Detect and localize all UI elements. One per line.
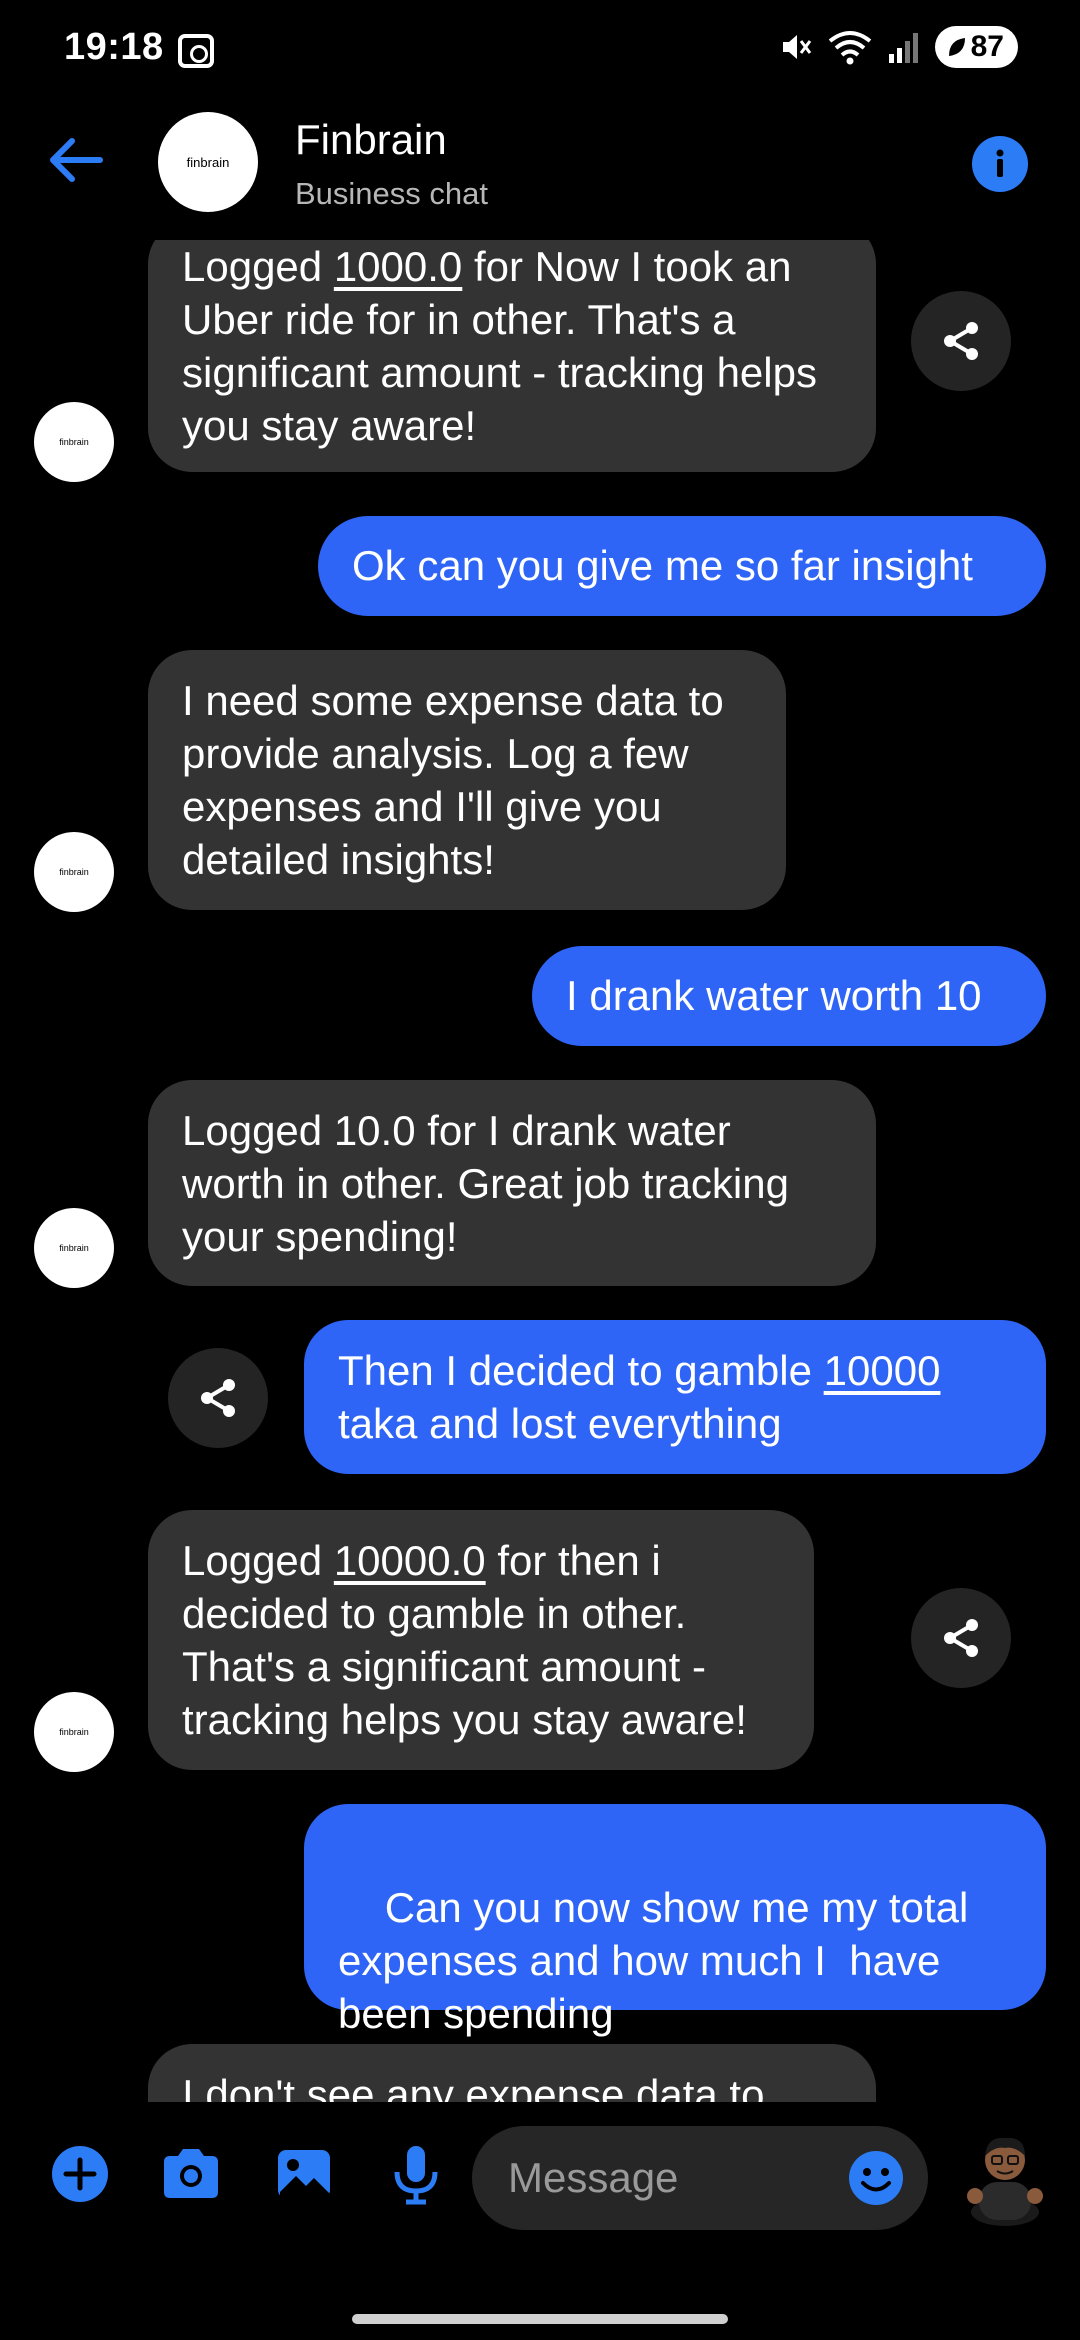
signal-icon [888, 33, 918, 63]
bot-message[interactable]: I don't see any expense data to [148, 2044, 876, 2102]
battery-indicator: 87 [934, 26, 1018, 68]
add-button[interactable] [50, 2144, 110, 2209]
voice-button[interactable] [388, 2144, 444, 2211]
status-icons: 87 [777, 26, 1018, 68]
bot-message[interactable]: Logged 1000.0 for Now I took an Uber rid… [148, 240, 876, 472]
emoji-button[interactable] [848, 2150, 904, 2211]
bot-avatar[interactable]: finbrain [34, 402, 114, 482]
smiley-icon [849, 2151, 903, 2205]
avatar-sticker-icon [967, 2137, 1043, 2226]
share-button[interactable] [168, 1348, 268, 1448]
screenshot-icon [178, 34, 214, 68]
share-button[interactable] [911, 291, 1011, 391]
message-input[interactable]: Message [472, 2126, 928, 2230]
info-button[interactable] [972, 136, 1028, 192]
back-arrow-icon [50, 138, 103, 182]
camera-icon [164, 2149, 218, 2198]
contact-avatar[interactable]: finbrain [158, 112, 258, 212]
message-composer: Message [0, 2102, 1080, 2260]
user-message[interactable]: Then I decided to gamble 10000 taka and … [304, 1320, 1046, 1474]
bot-avatar[interactable]: finbrain [34, 832, 114, 912]
gallery-button[interactable] [274, 2144, 334, 2209]
user-message[interactable]: Can you now show me my total expenses an… [304, 1804, 1046, 2037]
battery-level: 87 [970, 30, 1004, 63]
back-button[interactable] [44, 128, 108, 192]
message-list[interactable]: Logged 1000.0 for Now I took an Uber rid… [0, 240, 1080, 2102]
wifi-icon [828, 31, 871, 65]
user-message[interactable]: Ok can you give me so far insight [318, 516, 1046, 616]
share-icon [944, 1619, 978, 1657]
leaf-icon [948, 38, 965, 56]
avatar-sticker-button[interactable] [955, 2126, 1055, 2226]
bot-message[interactable]: Logged 10.0 for I drank water worth in o… [148, 1080, 876, 1286]
chat-header: finbrain Finbrain Business chat [0, 100, 1080, 240]
amount-link[interactable]: 10000 [824, 1347, 941, 1394]
info-icon [996, 149, 1004, 177]
amount-link[interactable]: 10000.0 [334, 1537, 486, 1584]
bot-message[interactable]: I need some expense data to provide anal… [148, 650, 786, 910]
share-icon [944, 322, 978, 360]
bot-avatar[interactable]: finbrain [34, 1692, 114, 1772]
contact-name[interactable]: Finbrain [295, 116, 447, 164]
status-time: 19:18 [64, 26, 164, 68]
image-icon [278, 2150, 330, 2198]
plus-icon [52, 2146, 108, 2202]
share-button[interactable] [911, 1588, 1011, 1688]
contact-subtitle: Business chat [295, 176, 488, 211]
camera-button[interactable] [158, 2144, 224, 2209]
amount-link[interactable]: 1000.0 [334, 243, 462, 290]
mute-icon [782, 35, 811, 59]
status-bar: 19:18 87 [0, 0, 1080, 100]
bot-message[interactable]: Logged 10000.0 for then i decided to gam… [148, 1510, 814, 1770]
message-placeholder: Message [508, 2154, 679, 2201]
avatar-logo-text: finbrain [186, 154, 230, 170]
user-message[interactable]: I drank water worth 10 [532, 946, 1046, 1046]
bot-avatar[interactable]: finbrain [34, 1208, 114, 1288]
microphone-icon [394, 2146, 438, 2205]
share-icon [201, 1379, 235, 1417]
home-indicator[interactable] [352, 2314, 728, 2324]
